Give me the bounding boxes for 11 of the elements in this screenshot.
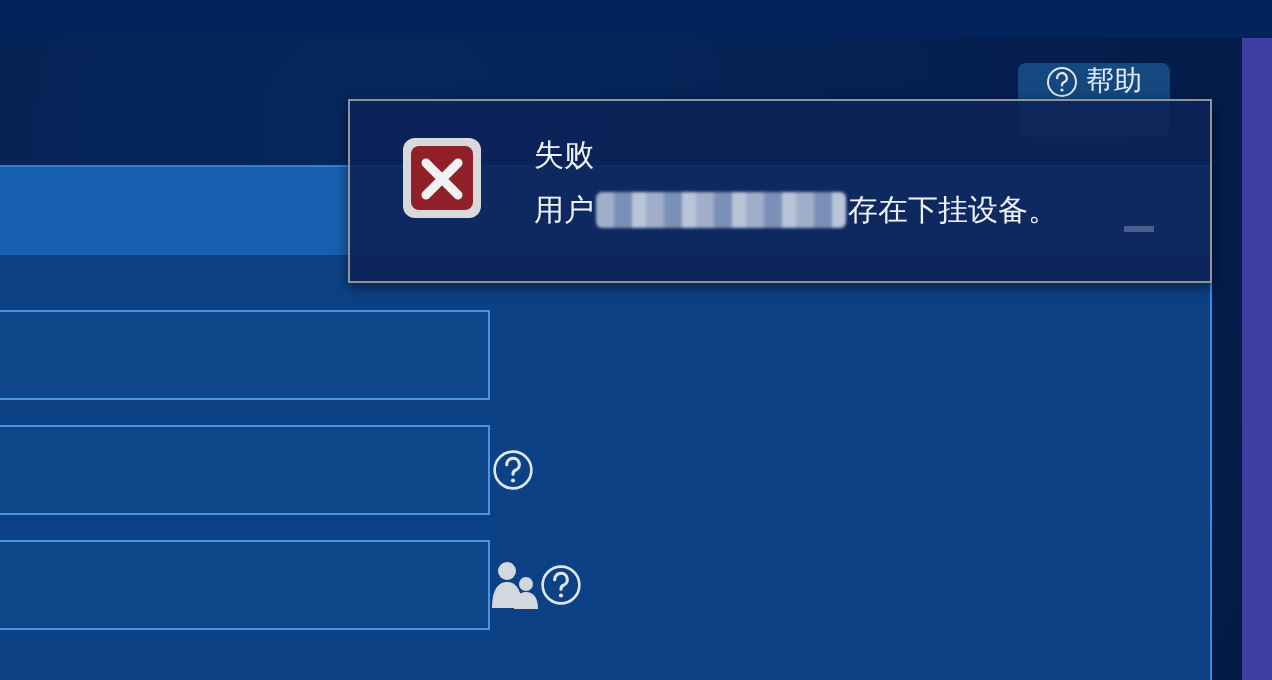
dialog-title: 失败 — [534, 137, 595, 173]
help-icon — [540, 564, 582, 606]
input-field[interactable] — [0, 310, 490, 400]
help-icon — [1046, 66, 1078, 98]
message-text: 存在下挂设备。 — [848, 191, 1058, 229]
help-icon — [492, 449, 534, 491]
input-field[interactable] — [0, 425, 490, 515]
input-field[interactable] — [0, 540, 490, 630]
message-text: 用户 — [534, 191, 594, 229]
users-icon — [492, 560, 538, 610]
error-icon — [402, 137, 482, 219]
